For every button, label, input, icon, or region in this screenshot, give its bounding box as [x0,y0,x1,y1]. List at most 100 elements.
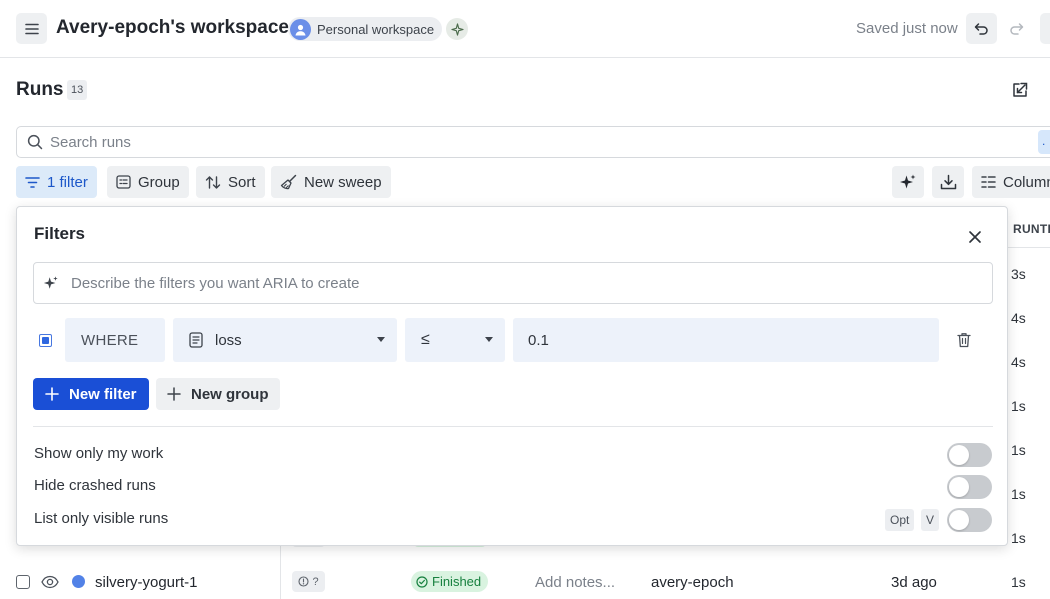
new-filter-button[interactable]: New filter [33,378,149,410]
more-button[interactable] [1040,13,1050,44]
plus-icon [45,387,59,401]
runtime-cell: 1s [1011,398,1026,414]
field-select-value: loss [215,331,242,349]
columns-button[interactable]: Columns [972,166,1050,198]
show-only-my-work-label: Show only my work [34,445,164,462]
menu-button[interactable] [16,13,47,44]
toggle-knob [949,445,969,465]
download-button[interactable] [932,166,964,198]
popout-icon [1013,82,1028,97]
sparkle-icon [900,174,916,189]
close-icon [969,231,981,243]
workspace-badge-label: Personal workspace [317,21,435,37]
filter-value-input[interactable]: 0.1 [513,318,939,362]
new-sweep-button-label: New sweep [304,173,382,191]
document-icon [189,332,203,348]
runs-count-badge: 13 [67,80,88,100]
trash-icon [957,333,971,348]
runtime-cell: 1s [1011,442,1026,458]
operator-select[interactable]: ≤ [405,318,505,362]
status-badge-label: Finished [432,574,482,589]
columns-icon [981,176,996,188]
run-color-dot[interactable] [72,575,85,588]
workspace-sparkle-button[interactable] [446,18,468,40]
chevron-down-icon [485,337,493,342]
aria-prompt-field [33,262,993,304]
filter-enabled-checkbox[interactable] [39,334,52,347]
notes-cell[interactable]: Add notes... [535,574,615,591]
redo-icon [1010,23,1024,35]
redo-button[interactable] [1001,13,1032,44]
undo-button[interactable] [966,13,997,44]
new-sweep-button[interactable]: New sweep [271,166,391,198]
workspace-title: Avery-epoch's workspace [56,17,289,38]
new-group-label: New group [191,385,269,403]
info-circle-icon [298,576,309,587]
sparkle-icon [43,276,58,289]
where-label: WHERE [65,318,165,362]
runtime-cell: 1s [1011,486,1026,502]
user-avatar-icon [290,18,311,40]
new-group-button[interactable]: New group [156,378,280,410]
user-cell: avery-epoch [651,574,734,591]
eye-icon [41,575,59,589]
search-mode-chip[interactable]: . [1038,130,1050,154]
workspace-badge[interactable]: Personal workspace [288,17,443,41]
filters-panel: Filters WHERE loss ≤ 0.1 New filter New … [16,206,1008,546]
sort-button-label: Sort [228,173,256,191]
filter-icon [25,176,40,188]
visibility-toggle[interactable] [41,574,59,593]
close-button[interactable] [964,226,986,248]
group-icon [116,175,131,189]
group-button[interactable]: Group [107,166,189,198]
run-name[interactable]: silvery-yogurt-1 [95,574,198,591]
runtime-cell: 3s [1011,266,1026,282]
hide-crashed-runs-label: Hide crashed runs [34,477,156,494]
operator-select-value: ≤ [421,331,430,348]
shortcut-key: Opt [885,509,915,531]
runtime-column-header[interactable]: RUNTIME [1006,208,1050,248]
broom-icon [280,174,297,190]
list-only-visible-runs-label: List only visible runs [34,510,169,527]
list-only-visible-runs-toggle[interactable] [947,508,992,532]
search-input[interactable] [50,133,950,151]
filter-button[interactable]: 1 filter [16,166,97,198]
runtime-cell: 1s [1011,574,1026,590]
table-row[interactable]: silvery-yogurt-1 ? Finished Add notes...… [0,560,1050,599]
filters-panel-title: Filters [34,224,86,243]
ai-assist-button[interactable] [892,166,924,198]
sparkle-icon [450,22,464,36]
show-only-my-work-toggle[interactable] [947,443,992,467]
state-badge-label: ? [312,575,319,588]
sort-icon [205,175,221,189]
top-bar: Avery-epoch's workspace Personal workspa… [0,0,1050,58]
download-icon [940,174,956,190]
toggle-knob [949,477,969,497]
delete-filter-button[interactable] [953,329,975,351]
runtime-cell: 4s [1011,310,1026,326]
undo-icon [974,23,988,35]
sort-button[interactable]: Sort [196,166,265,198]
hamburger-icon [24,23,39,34]
shortcut-key: V [921,509,940,531]
search-icon [27,134,43,150]
created-cell: 3d ago [891,574,937,591]
group-button-label: Group [138,173,180,191]
toggle-knob [949,510,969,530]
new-filter-label: New filter [69,385,137,403]
search-bar [16,126,1050,158]
chevron-down-icon [377,337,385,342]
popout-button[interactable] [1008,78,1032,102]
field-select[interactable]: loss [173,318,397,362]
status-badge: Finished [411,571,489,592]
state-badge: ? [292,571,325,592]
plus-icon [167,387,181,401]
panel-divider [33,426,993,427]
filter-button-label: 1 filter [47,173,88,191]
row-checkbox[interactable] [16,575,30,589]
hide-crashed-runs-toggle[interactable] [947,475,992,499]
aria-prompt-input[interactable] [71,274,951,292]
runtime-cell: 4s [1011,354,1026,370]
saved-status: Saved just now [856,20,958,37]
check-circle-icon [416,575,428,588]
